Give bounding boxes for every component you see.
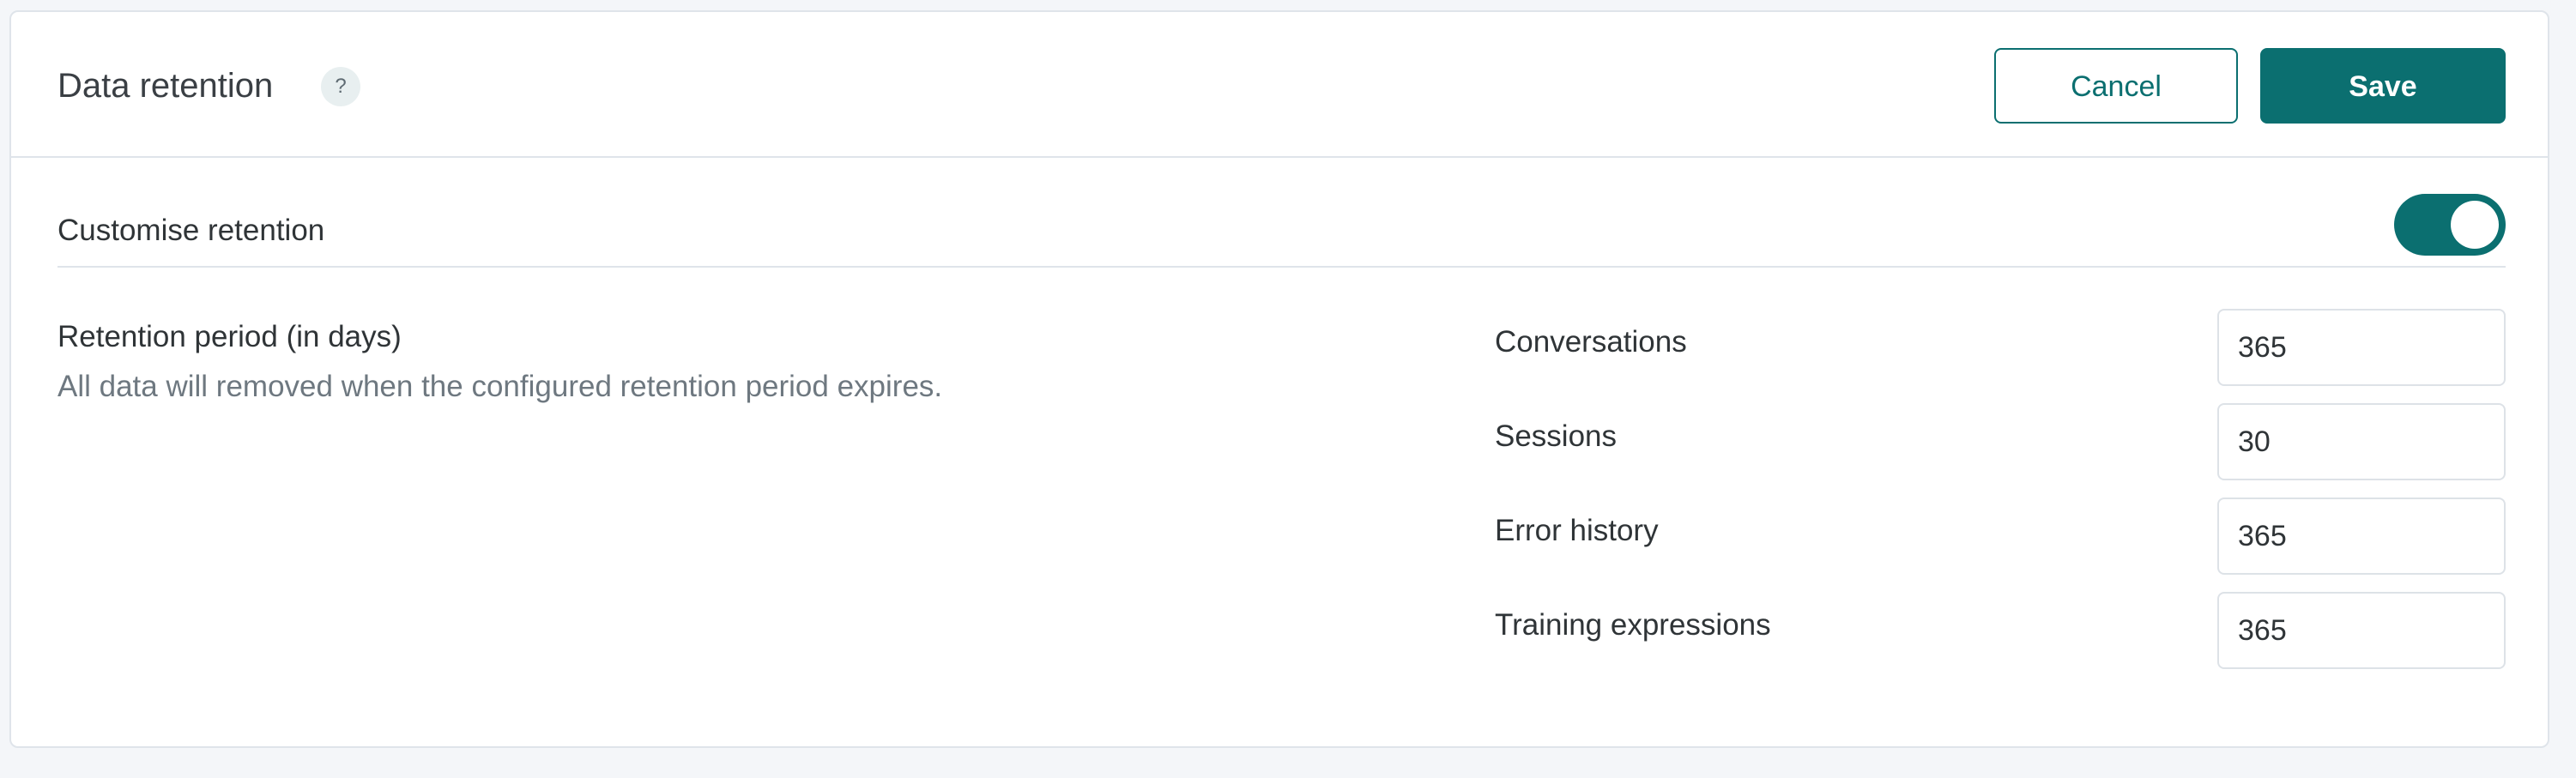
error-history-input[interactable] bbox=[2217, 498, 2506, 575]
retention-period-description: All data will removed when the configure… bbox=[57, 370, 943, 403]
cancel-button[interactable]: Cancel bbox=[1994, 48, 2238, 124]
training-expressions-input[interactable] bbox=[2217, 592, 2506, 669]
help-icon[interactable]: ? bbox=[321, 67, 360, 106]
conversations-label: Conversations bbox=[1495, 325, 1687, 359]
retention-period-title: Retention period (in days) bbox=[57, 320, 402, 353]
page-title: Data retention bbox=[57, 67, 274, 105]
customise-retention-toggle[interactable] bbox=[2394, 194, 2506, 256]
data-retention-card: Data retention ? Cancel Save Customise r… bbox=[9, 10, 2549, 748]
toggle-knob bbox=[2451, 201, 2499, 249]
error-history-label: Error history bbox=[1495, 514, 1659, 547]
card-header: Data retention ? Cancel Save bbox=[11, 12, 2548, 158]
divider bbox=[57, 266, 2506, 268]
customise-retention-label: Customise retention bbox=[57, 214, 325, 247]
conversations-input[interactable] bbox=[2217, 309, 2506, 386]
sessions-input[interactable] bbox=[2217, 403, 2506, 480]
save-button[interactable]: Save bbox=[2260, 48, 2506, 124]
sessions-label: Sessions bbox=[1495, 419, 1618, 453]
training-expressions-label: Training expressions bbox=[1495, 608, 1771, 642]
